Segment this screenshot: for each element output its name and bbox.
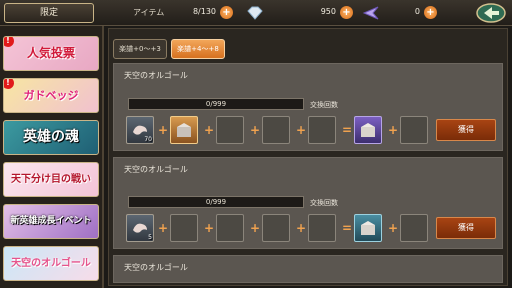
slot-quantity: 70: [144, 136, 152, 143]
crystal-icon: [246, 5, 264, 20]
exchange-panel: 天空のオルゴール 0/999 交換回数 70 + + + + = + 獲得: [113, 63, 503, 151]
panel-title: 天空のオルゴール: [124, 71, 188, 80]
sidebar-banner-decisive-battle[interactable]: 天下分け目の戦い: [3, 162, 99, 197]
ticket-plus-button[interactable]: +: [424, 6, 437, 19]
sidebar-banner-new-hero-event[interactable]: 新英雄成長イベント: [3, 204, 99, 239]
banner-label: 天空のオルゴール: [11, 258, 91, 269]
music-box-icon: [361, 221, 375, 235]
plus-sign: +: [204, 221, 215, 235]
equals-sign: =: [342, 123, 353, 137]
get-button[interactable]: 獲得: [436, 119, 496, 141]
panel-title: 天空のオルゴール: [124, 263, 188, 272]
item-plus-button[interactable]: +: [220, 6, 233, 19]
exchange-main: 楽譜+0〜+3 楽譜+4〜+8 天空のオルゴール 0/999 交換回数 70 +…: [108, 28, 508, 286]
bird-icon: [133, 223, 147, 233]
material-slot[interactable]: [170, 116, 198, 144]
item-count: 8/130: [192, 7, 216, 16]
exchange-count-label: 交換回数: [310, 199, 338, 207]
progress-bar: 0/999: [128, 196, 304, 208]
event-sidebar: 人気投票 ! ガドベッジ ! 英雄の魂 天下分け目の戦い 新英雄成長イベント 天…: [0, 26, 104, 288]
crystal-plus-button[interactable]: +: [340, 6, 353, 19]
reward-slot[interactable]: [354, 116, 382, 144]
panel-title: 天空のオルゴール: [124, 165, 188, 174]
plus-sign: +: [250, 221, 261, 235]
tab-score-0-3[interactable]: 楽譜+0〜+3: [113, 39, 167, 59]
exchange-count-label: 交換回数: [310, 101, 338, 109]
reward-slot[interactable]: [354, 214, 382, 242]
plus-sign: +: [296, 221, 307, 235]
progress-bar: 0/999: [128, 98, 304, 110]
banner-label: 英雄の魂: [23, 129, 79, 145]
empty-slot[interactable]: [400, 116, 428, 144]
sidebar-banner-gadbedge[interactable]: ガドベッジ !: [3, 78, 99, 113]
plus-sign: +: [158, 221, 169, 235]
plus-sign: +: [158, 123, 169, 137]
music-box-icon: [361, 123, 375, 137]
empty-slot[interactable]: [216, 214, 244, 242]
banner-label: 人気投票: [26, 46, 75, 60]
plus-sign: +: [388, 123, 399, 137]
sidebar-banner-hero-soul[interactable]: 英雄の魂: [3, 120, 99, 155]
material-slot[interactable]: 5: [126, 214, 154, 242]
plus-sign: +: [388, 221, 399, 235]
empty-slot[interactable]: [262, 116, 290, 144]
banner-label: ガドベッジ: [23, 89, 79, 102]
empty-slot[interactable]: [308, 214, 336, 242]
material-slot[interactable]: 70: [126, 116, 154, 144]
back-icon[interactable]: [476, 3, 506, 23]
banner-label: 天下分け目の戦い: [11, 174, 91, 185]
music-box-icon: [177, 123, 191, 137]
limited-tab[interactable]: 限定: [4, 3, 94, 23]
top-bar: 限定 アイテム 8/130 + 950 + 0 +: [0, 0, 512, 26]
crystal-count: 950: [320, 7, 336, 16]
item-label: アイテム: [133, 8, 165, 17]
ticket-count: 0: [414, 7, 420, 16]
plus-sign: +: [204, 123, 215, 137]
slot-quantity: 5: [148, 234, 152, 241]
equals-sign: =: [342, 221, 353, 235]
plus-sign: +: [296, 123, 307, 137]
ticket-icon: [362, 5, 380, 20]
plus-sign: +: [250, 123, 261, 137]
empty-slot[interactable]: [262, 214, 290, 242]
exchange-panel: 天空のオルゴール 0/999 交換回数 5 + + + + = + 獲得: [113, 157, 503, 249]
empty-slot[interactable]: [216, 116, 244, 144]
banner-label: 新英雄成長イベント: [10, 216, 92, 226]
tab-score-4-8[interactable]: 楽譜+4〜+8: [171, 39, 225, 59]
get-button[interactable]: 獲得: [436, 217, 496, 239]
sidebar-banner-popularity-vote[interactable]: 人気投票 !: [3, 36, 99, 71]
empty-slot[interactable]: [400, 214, 428, 242]
sidebar-banner-sky-music-box[interactable]: 天空のオルゴール: [3, 246, 99, 281]
empty-slot[interactable]: [308, 116, 336, 144]
empty-slot[interactable]: [170, 214, 198, 242]
exchange-panel: 天空のオルゴール: [113, 255, 503, 283]
